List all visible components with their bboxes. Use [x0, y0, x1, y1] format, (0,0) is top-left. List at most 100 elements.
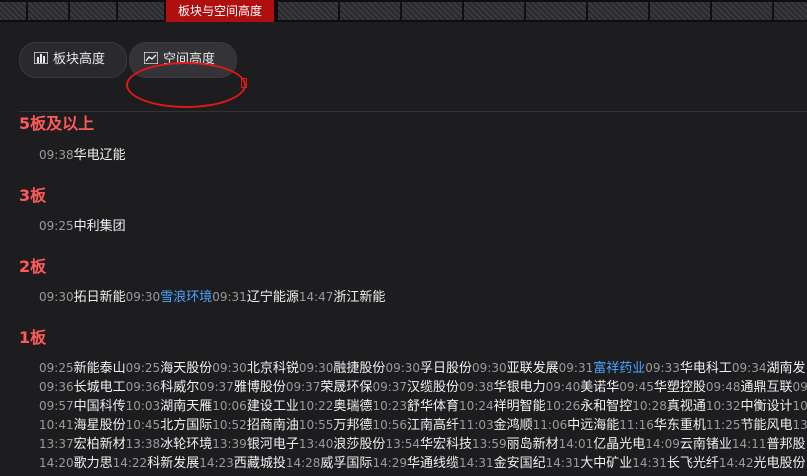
stock-name[interactable]: 金安国纪	[494, 456, 546, 471]
limit-up-time: 10:32	[705, 399, 741, 413]
stock-name[interactable]: 云南锗业	[680, 437, 732, 452]
stock-name[interactable]: 北京科锐	[247, 361, 299, 376]
stock-name[interactable]: 通鼎互联	[740, 380, 792, 395]
stock-name[interactable]: 辽宁能源	[247, 290, 299, 305]
stock-name[interactable]: 浙江新能	[333, 290, 385, 305]
stock-name[interactable]: 真视通	[667, 399, 706, 414]
stock-name[interactable]: 海星股份	[74, 418, 126, 433]
limit-up-time: 13:54	[385, 437, 421, 451]
stock-name[interactable]: 丽岛新材	[507, 437, 559, 452]
tab-obscured[interactable]	[526, 2, 587, 20]
stock-name[interactable]: 浪莎股份	[333, 437, 385, 452]
tab-obscured[interactable]	[340, 2, 401, 20]
stock-name[interactable]: 中远海能	[567, 418, 619, 433]
stock-name[interactable]: 光电股份	[753, 456, 805, 471]
stock-name[interactable]: 拓日新能	[74, 290, 126, 305]
stock-name[interactable]: 长城电工	[74, 380, 126, 395]
stock-name[interactable]: 中国科传	[74, 399, 126, 414]
limit-up-time: 09:25	[39, 361, 74, 375]
stock-row: 09:57中国科传10:03湖南天雁10:06建设工业10:22奥瑞德10:23…	[39, 395, 807, 414]
main-panel: 板块高度 空间高度 5板及以上 09:38华电辽能 3板 09:25中利集团 2…	[0, 22, 807, 476]
stock-row: 09:25新能泰山09:25海天股份09:30北京科锐09:30融捷股份09:3…	[39, 357, 805, 376]
stock-name[interactable]: 华电科工	[680, 361, 732, 376]
stock-name[interactable]: 银河电子	[247, 437, 299, 452]
stock-name[interactable]: 雪浪环境	[160, 290, 212, 305]
limit-up-time: 10:22	[298, 399, 334, 413]
limit-up-time: 09:30	[125, 290, 161, 304]
tab-obscured[interactable]	[588, 2, 649, 20]
stock-name[interactable]: 科威尔	[160, 380, 199, 395]
limit-up-time: 09:30	[385, 361, 421, 375]
stock-name[interactable]: 海天股份	[160, 361, 212, 376]
stock-name[interactable]: 融捷股份	[333, 361, 385, 376]
limit-up-time: 09:45	[619, 380, 654, 394]
limit-up-time: 09:37	[372, 380, 408, 394]
tab-obscured[interactable]	[0, 2, 27, 20]
stock-name[interactable]: 华电辽能	[74, 148, 126, 163]
stock-name[interactable]: 华塑控股	[654, 380, 706, 395]
stock-name[interactable]: 亿晶光电	[593, 437, 645, 452]
stock-name[interactable]: 美诺华	[580, 380, 619, 395]
stock-name[interactable]: 威孚国际	[320, 456, 372, 471]
sector-height-button[interactable]: 板块高度	[19, 42, 127, 78]
limit-up-time: 14:29	[372, 456, 408, 470]
stock-name[interactable]: 湖南发	[766, 361, 805, 376]
stock-name[interactable]: 奥瑞德	[333, 399, 372, 414]
stock-name[interactable]: 华银电力	[494, 380, 546, 395]
stock-row: 13:37宏柏新材13:38冰轮环境13:39银河电子13:40浪莎股份13:5…	[39, 433, 805, 452]
stock-name[interactable]: 北方国际	[160, 418, 212, 433]
annotation-mark	[241, 78, 247, 88]
stock-name[interactable]: 亚联发展	[507, 361, 559, 376]
line-chart-icon	[143, 44, 159, 65]
tab-obscured[interactable]	[278, 2, 339, 20]
tab-obscured[interactable]	[118, 2, 165, 20]
stock-name[interactable]: 江南高纤	[407, 418, 459, 433]
section-title: 1板	[19, 328, 47, 347]
section-title: 2板	[19, 257, 47, 276]
tab-sector-space-height[interactable]: 板块与空间高度	[166, 0, 274, 22]
stock-name[interactable]: 中衡设计	[740, 399, 792, 414]
stock-name[interactable]: 宏柏新材	[74, 437, 126, 452]
limit-up-time: 11:16	[619, 418, 654, 432]
stock-name[interactable]: 西藏城投	[234, 456, 286, 471]
stock-row: 09:38华电辽能	[39, 144, 126, 163]
stock-name[interactable]: 长飞光纤	[667, 456, 719, 471]
stock-name[interactable]: 金鸿顺	[494, 418, 533, 433]
tab-obscured[interactable]	[712, 2, 773, 20]
stock-name[interactable]: 荣晟环保	[320, 380, 372, 395]
stock-name[interactable]: 大中矿业	[580, 456, 632, 471]
stock-name[interactable]: 歌力思	[74, 456, 113, 471]
tab-obscured[interactable]	[464, 2, 525, 20]
stock-name[interactable]: 舒华体育	[407, 399, 459, 414]
stock-name[interactable]: 华东重机	[654, 418, 706, 433]
limit-up-time: 10:52	[212, 418, 247, 432]
stock-name[interactable]: 华宏科技	[420, 437, 472, 452]
stock-name[interactable]: 雅博股份	[234, 380, 286, 395]
tab-obscured[interactable]	[402, 2, 463, 20]
stock-name[interactable]: 华通线缆	[407, 456, 459, 471]
stock-name[interactable]: 冰轮环境	[160, 437, 212, 452]
tab-obscured[interactable]	[70, 2, 117, 20]
stock-name[interactable]: 招商南油	[247, 418, 299, 433]
stock-name[interactable]: 富祥药业	[593, 361, 645, 376]
stock-row: 14:20歌力思14:22科新发展14:23西藏城投14:28威孚国际14:29…	[39, 452, 805, 471]
stock-name[interactable]: 科新发展	[147, 456, 199, 471]
stock-name[interactable]: 祥明智能	[494, 399, 546, 414]
stock-name[interactable]: 永和智控	[580, 399, 632, 414]
stock-name[interactable]: 孚日股份	[420, 361, 472, 376]
stock-name[interactable]: 中利集团	[74, 219, 126, 234]
stock-name[interactable]: 万邦德	[333, 418, 372, 433]
stock-name[interactable]: 新能泰山	[74, 361, 126, 376]
stock-name[interactable]: 湖南天雁	[160, 399, 212, 414]
stock-name[interactable]: 建设工业	[247, 399, 299, 414]
stock-name[interactable]: 普邦股	[766, 437, 805, 452]
tab-obscured[interactable]	[28, 2, 69, 20]
stock-name[interactable]: 节能风电	[740, 418, 792, 433]
limit-up-time: 13:37	[39, 437, 74, 451]
limit-up-time: 09:37	[285, 380, 321, 394]
tab-obscured[interactable]	[650, 2, 711, 20]
limit-up-time: 09:25	[39, 219, 74, 233]
stock-name[interactable]: 汉缆股份	[407, 380, 459, 395]
limit-up-time: 09:34	[731, 361, 767, 375]
tab-obscured[interactable]	[774, 2, 807, 20]
